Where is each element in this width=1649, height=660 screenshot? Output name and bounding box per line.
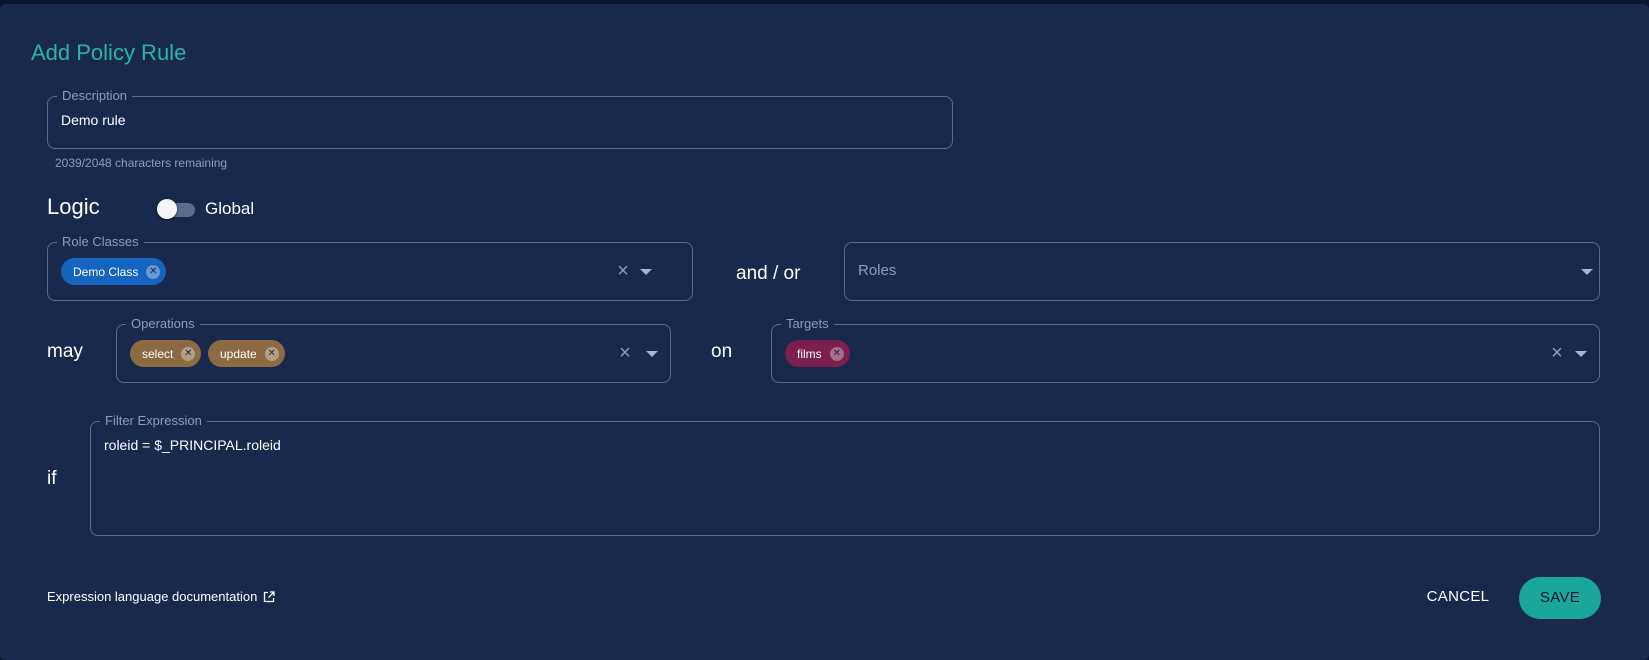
role-classes-label: Role Classes (57, 234, 144, 250)
chip-label: Demo Class (73, 264, 139, 279)
filter-expression-input[interactable]: roleid = $_PRINCIPAL.roleid (104, 437, 281, 453)
chip-remove-icon[interactable]: ✕ (264, 346, 279, 361)
chip-label: update (220, 346, 257, 361)
targets-label: Targets (781, 316, 834, 332)
caret-down-icon[interactable] (1575, 351, 1587, 357)
logic-heading: Logic (47, 194, 100, 219)
dialog-title: Add Policy Rule (31, 40, 187, 65)
add-policy-rule-dialog: Add Policy Rule Description Demo rule 20… (0, 4, 1649, 660)
chip-label: select (142, 346, 174, 361)
clear-icon[interactable]: × (1548, 343, 1566, 363)
chip-remove-icon[interactable]: ✕ (829, 346, 844, 361)
external-link-icon (264, 590, 275, 602)
filter-expression-field[interactable]: Filter Expression roleid = $_PRINCIPAL.r… (90, 413, 1600, 536)
roles-select[interactable]: Roles (844, 242, 1600, 301)
connector-and-or: and / or (736, 263, 801, 284)
operation-chip-select[interactable]: select ✕ (130, 340, 202, 367)
word-if: if (47, 468, 57, 489)
role-class-chip[interactable]: Demo Class ✕ (61, 258, 167, 285)
filter-expression-label: Filter Expression (100, 413, 207, 429)
role-classes-select[interactable]: Role Classes Demo Class ✕ × (47, 234, 693, 301)
clear-icon[interactable]: × (616, 343, 634, 363)
target-chip-films[interactable]: films ✕ (785, 340, 850, 367)
word-may: may (47, 341, 83, 362)
operations-label: Operations (126, 316, 200, 332)
caret-down-icon[interactable] (646, 351, 658, 357)
chip-remove-icon[interactable]: ✕ (146, 264, 161, 279)
global-toggle-label: Global (205, 199, 255, 218)
operations-select[interactable]: Operations select ✕ update ✕ × (116, 316, 671, 383)
save-button[interactable]: SAVE (1519, 577, 1601, 619)
cancel-button[interactable]: CANCEL (1418, 584, 1498, 610)
description-field[interactable]: Description Demo rule (47, 88, 953, 149)
operation-chip-update[interactable]: update ✕ (208, 340, 285, 367)
chip-remove-icon[interactable]: ✕ (181, 346, 196, 361)
description-helper-text: 2039/2048 characters remaining (55, 156, 228, 170)
description-input[interactable]: Demo rule (61, 112, 126, 128)
clear-icon[interactable]: × (614, 261, 632, 281)
expression-docs-link-label: Expression language documentation (47, 589, 258, 604)
targets-select[interactable]: Targets films ✕ × (771, 316, 1600, 383)
global-toggle-thumb[interactable] (157, 199, 177, 219)
description-label: Description (57, 88, 133, 104)
caret-down-icon[interactable] (1581, 269, 1593, 275)
chip-label: films (797, 346, 822, 361)
roles-placeholder: Roles (858, 262, 897, 279)
caret-down-icon[interactable] (640, 269, 652, 275)
expression-docs-link[interactable]: Expression language documentation (47, 589, 275, 604)
word-on: on (711, 341, 733, 362)
